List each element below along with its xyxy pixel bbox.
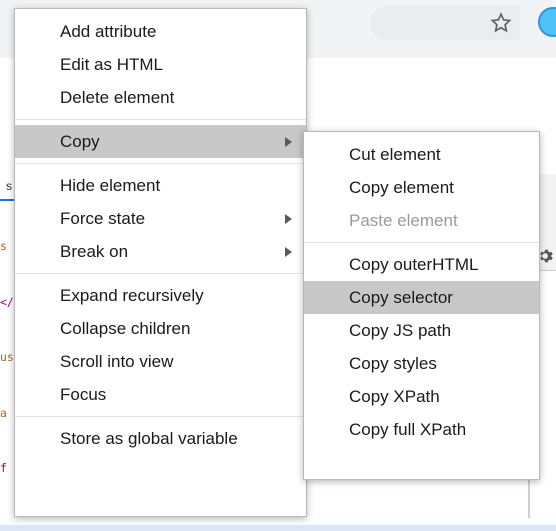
menu-item-label: Copy JS path: [349, 321, 452, 340]
dom-element-context-menu[interactable]: Add attribute Edit as HTML Delete element C…: [14, 8, 307, 517]
menu-item-hide-element[interactable]: Hide element: [15, 169, 306, 202]
menu-item-label: Copy XPath: [349, 387, 440, 406]
menu-separator: [15, 163, 306, 164]
menu-item-copy-xpath[interactable]: Copy XPath: [304, 380, 539, 413]
menu-item-label: Copy outerHTML: [349, 255, 479, 274]
copy-submenu[interactable]: Cut element Copy element Paste element Copy…: [303, 131, 540, 480]
profile-avatar[interactable]: [538, 7, 556, 37]
menu-separator: [15, 119, 306, 120]
screenshot-root: s s = </ us a f … … … … … .cn/" target="…: [0, 0, 556, 531]
menu-item-label: Force state: [60, 209, 146, 228]
menu-item-copy-outerhtml[interactable]: Copy outerHTML: [304, 248, 539, 281]
menu-item-store-as-global-variable[interactable]: Store as global variable: [15, 422, 306, 455]
submenu-chevron-right-icon: [285, 246, 292, 257]
menu-item-label: Break on: [60, 242, 129, 261]
menu-item-label: Expand recursively: [60, 286, 204, 305]
console-selected-node-row: [0, 525, 556, 531]
menu-item-cut-element[interactable]: Cut element: [304, 138, 539, 171]
submenu-chevron-right-icon: [285, 136, 292, 147]
menu-separator: [15, 273, 306, 274]
submenu-chevron-right-icon: [285, 213, 292, 224]
menu-item-label: Collapse children: [60, 319, 191, 338]
menu-item-label: Copy full XPath: [349, 420, 467, 439]
menu-item-label: Scroll into view: [60, 352, 174, 371]
menu-item-label: Copy: [60, 132, 100, 151]
menu-item-label: Copy selector: [349, 288, 453, 307]
menu-separator: [304, 242, 539, 243]
menu-item-copy-element[interactable]: Copy element: [304, 171, 539, 204]
menu-item-copy[interactable]: Copy: [15, 125, 306, 158]
menu-item-label: Hide element: [60, 176, 161, 195]
menu-item-label: Store as global variable: [60, 429, 238, 448]
menu-item-add-attribute[interactable]: Add attribute: [15, 15, 306, 48]
menu-item-copy-full-xpath[interactable]: Copy full XPath: [304, 413, 539, 446]
menu-item-edit-as-html[interactable]: Edit as HTML: [15, 48, 306, 81]
menu-item-label: Add attribute: [60, 22, 157, 41]
menu-item-expand-recursively[interactable]: Expand recursively: [15, 279, 306, 312]
menu-item-label: Copy element: [349, 178, 454, 197]
menu-item-break-on[interactable]: Break on: [15, 235, 306, 268]
bookmark-star-icon[interactable]: [489, 11, 513, 35]
menu-item-copy-styles[interactable]: Copy styles: [304, 347, 539, 380]
menu-item-label: Focus: [60, 385, 107, 404]
menu-item-scroll-into-view[interactable]: Scroll into view: [15, 345, 306, 378]
menu-item-focus[interactable]: Focus: [15, 378, 306, 411]
menu-item-label: Paste element: [349, 211, 458, 230]
menu-item-collapse-children[interactable]: Collapse children: [15, 312, 306, 345]
menu-item-label: Edit as HTML: [60, 55, 163, 74]
menu-item-copy-js-path[interactable]: Copy JS path: [304, 314, 539, 347]
menu-item-paste-element: Paste element: [304, 204, 539, 237]
menu-item-label: Cut element: [349, 145, 441, 164]
menu-item-delete-element[interactable]: Delete element: [15, 81, 306, 114]
menu-item-label: Copy styles: [349, 354, 437, 373]
menu-item-copy-selector[interactable]: Copy selector: [304, 281, 539, 314]
menu-item-force-state[interactable]: Force state: [15, 202, 306, 235]
menu-separator: [15, 416, 306, 417]
menu-item-label: Delete element: [60, 88, 175, 107]
